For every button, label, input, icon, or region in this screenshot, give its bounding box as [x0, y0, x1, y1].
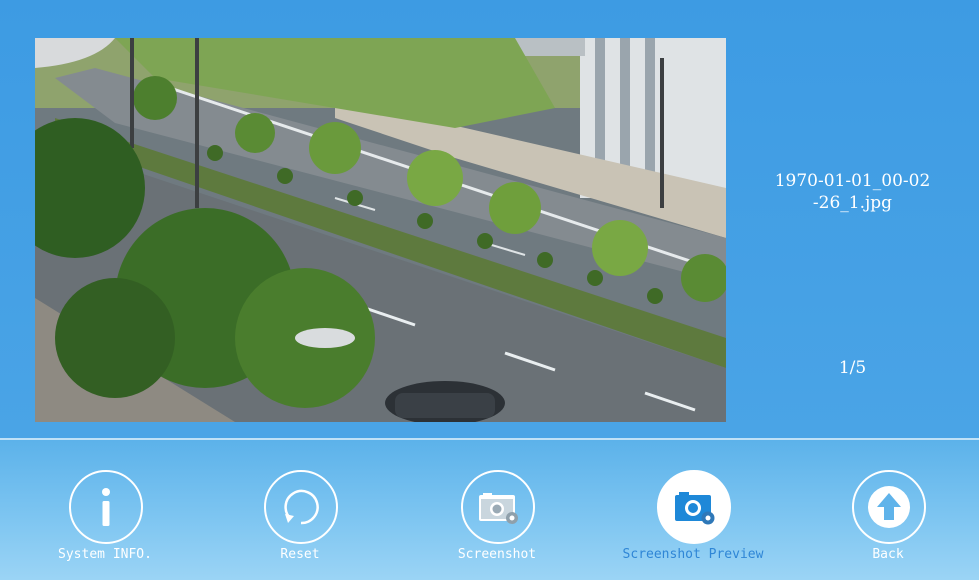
info-icon: [69, 470, 143, 544]
back-arrow-icon: [852, 470, 926, 544]
screenshot-preview-button[interactable]: Screenshot Preview: [613, 470, 773, 580]
screenshot-preview-image[interactable]: [35, 38, 726, 422]
system-info-button[interactable]: System INFO.: [25, 470, 185, 580]
system-info-label: System INFO.: [58, 547, 152, 562]
filename-line-2: -26_1.jpg: [812, 193, 893, 213]
page-indicator: 1/5: [838, 358, 867, 378]
screenshot-label: Screenshot: [457, 547, 537, 562]
preview-filename: 1970-01-01_00-02 -26_1.jpg: [726, 170, 979, 214]
screenshot-icon: [461, 470, 535, 544]
reset-icon: [264, 470, 338, 544]
screenshot-preview-icon: [657, 470, 731, 544]
back-label: Back: [872, 547, 904, 562]
filename-line-1: 1970-01-01_00-02: [774, 171, 931, 191]
back-button[interactable]: Back: [808, 470, 968, 580]
screenshot-preview-label: Screenshot Preview: [622, 547, 764, 562]
reset-label: Reset: [280, 547, 320, 562]
reset-button[interactable]: Reset: [220, 470, 380, 580]
screenshot-button[interactable]: Screenshot: [417, 470, 577, 580]
